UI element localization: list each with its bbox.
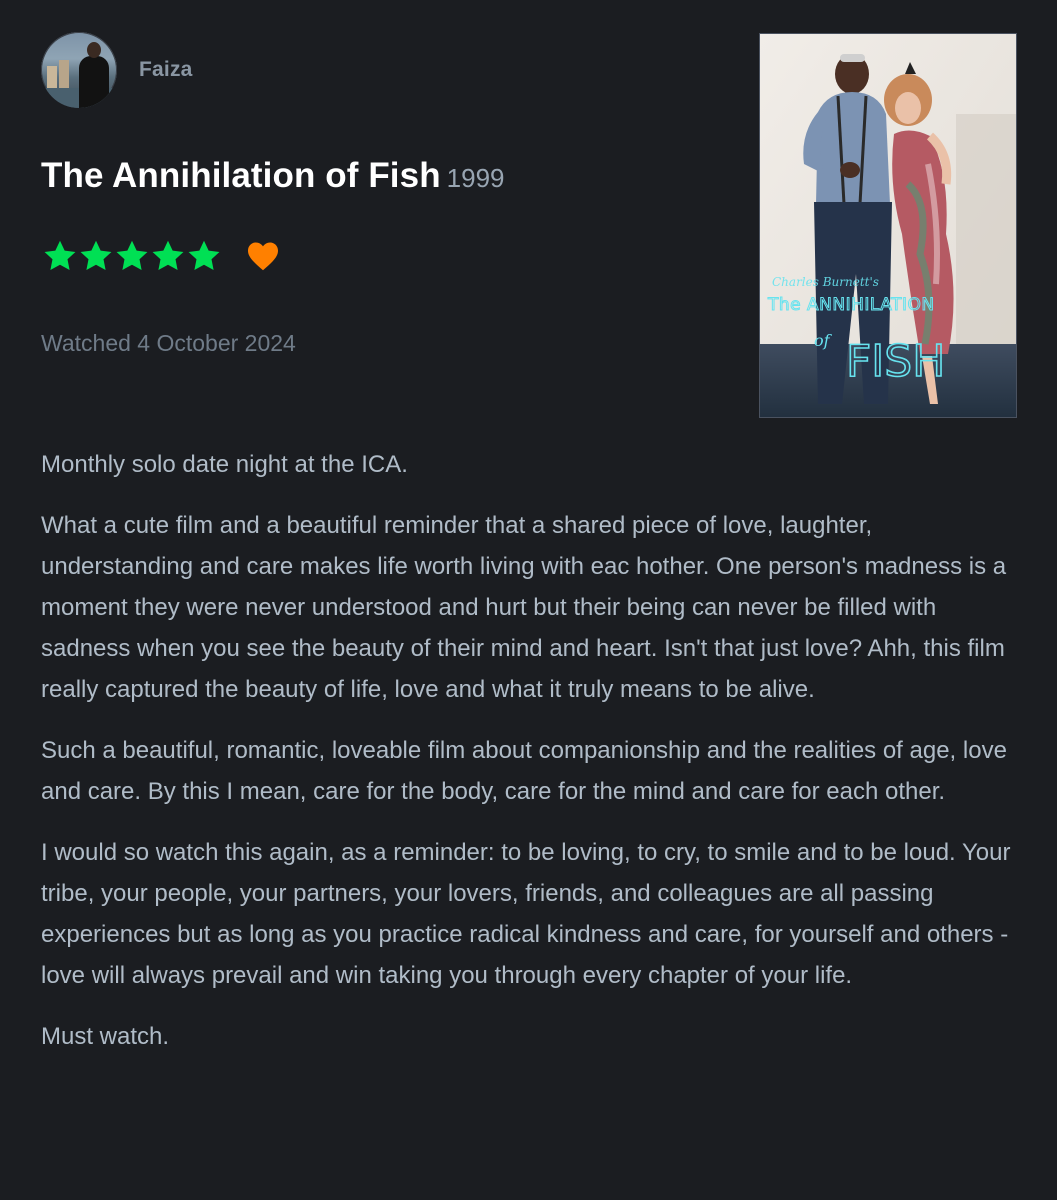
poster-credit: Charles Burnett's [772, 275, 879, 289]
avatar-person [87, 42, 101, 58]
film-title[interactable]: The Annihilation of Fish [41, 156, 441, 195]
film-heading: The Annihilation of Fish 1999 [41, 156, 505, 196]
rating [42, 238, 282, 274]
avatar-background [59, 60, 69, 90]
review-page: Faiza The Annihilation of Fish 1999 Watch… [0, 0, 1057, 1200]
review-paragraph: Such a beautiful, romantic, loveable fil… [41, 737, 1007, 805]
poster-artwork: Charles Burnett's The ANNIHILATION of FI… [760, 34, 1016, 417]
avatar[interactable] [41, 32, 117, 108]
review-paragraph: Monthly solo date night at the ICA. [41, 451, 408, 478]
review-body: Monthly solo date night at the ICA. What… [41, 444, 1026, 1077]
review-paragraph: What a cute film and a beautiful reminde… [41, 512, 1007, 703]
star-icon [188, 240, 220, 270]
film-year[interactable]: 1999 [447, 163, 505, 193]
star-icon [152, 240, 184, 270]
author-name[interactable]: Faiza [139, 58, 193, 82]
film-poster[interactable]: Charles Burnett's The ANNIHILATION of FI… [759, 33, 1017, 418]
star-icon [80, 240, 112, 270]
poster-title-line1: The ANNIHILATION [767, 295, 935, 315]
review-paragraph: I would so watch this again, as a remind… [41, 839, 1011, 989]
avatar-background [47, 66, 57, 90]
poster-title-fish: FISH [846, 336, 945, 387]
review-paragraph: Must watch. [41, 1023, 170, 1050]
review-author[interactable]: Faiza [41, 32, 193, 108]
avatar-person [79, 56, 109, 108]
heart-icon [248, 242, 278, 271]
watched-date: Watched 4 October 2024 [41, 330, 296, 356]
star-icon [44, 240, 76, 270]
star-icon [116, 240, 148, 270]
